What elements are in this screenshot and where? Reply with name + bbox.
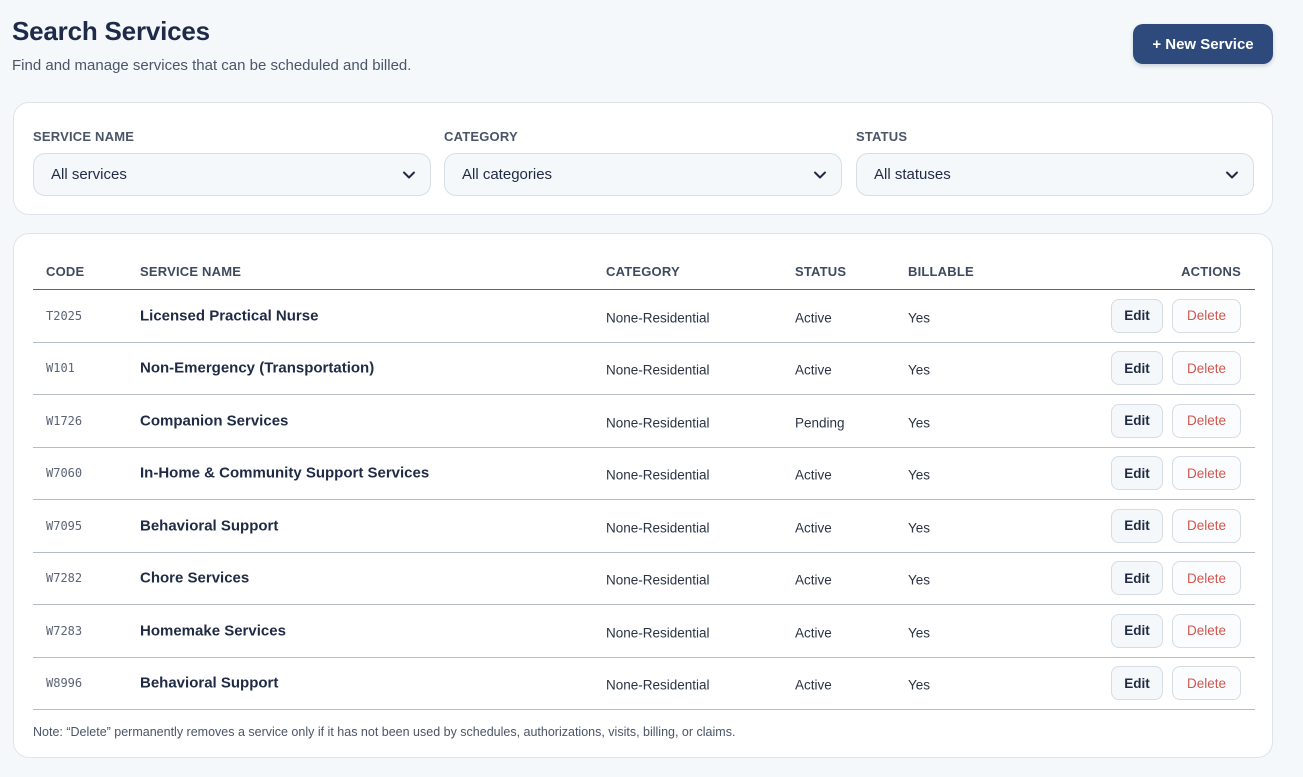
- service-name-select[interactable]: All services: [33, 153, 431, 196]
- category-select[interactable]: All categories: [444, 153, 842, 196]
- chevron-down-icon: [813, 168, 827, 182]
- column-header-service-name: SERVICE NAME: [140, 264, 242, 279]
- table-row: W101 Non-Emergency (Transportation) None…: [33, 343, 1255, 395]
- service-status: Active: [795, 467, 832, 483]
- delete-button[interactable]: Delete: [1172, 508, 1241, 543]
- table-row: W7282 Chore Services None-Residential Ac…: [33, 553, 1255, 605]
- delete-button[interactable]: Delete: [1172, 351, 1241, 386]
- table-header: CODE SERVICE NAME CATEGORY STATUS BILLAB…: [33, 234, 1255, 290]
- delete-button[interactable]: Delete: [1172, 403, 1241, 438]
- column-header-category: CATEGORY: [606, 264, 680, 279]
- edit-button[interactable]: Edit: [1111, 613, 1163, 648]
- service-status: Active: [795, 362, 832, 378]
- service-name-filter-label: SERVICE NAME: [33, 129, 135, 144]
- service-status: Active: [795, 677, 832, 693]
- status-filter-label: STATUS: [856, 129, 908, 144]
- service-name: Non-Emergency (Transportation): [140, 359, 375, 377]
- table-row: W1726 Companion Services None-Residentia…: [33, 395, 1255, 448]
- service-billable: Yes: [908, 677, 931, 693]
- column-header-billable: BILLABLE: [908, 264, 974, 279]
- service-billable: Yes: [908, 467, 931, 483]
- edit-button[interactable]: Edit: [1111, 508, 1163, 543]
- new-service-button[interactable]: + New Service: [1133, 24, 1273, 64]
- service-category: None-Residential: [606, 362, 710, 378]
- edit-button[interactable]: Edit: [1111, 666, 1163, 701]
- filters-panel: SERVICE NAME All services CATEGORY All c…: [13, 102, 1273, 215]
- edit-button[interactable]: Edit: [1111, 351, 1163, 386]
- service-category: None-Residential: [606, 520, 710, 536]
- edit-button[interactable]: Edit: [1111, 561, 1163, 596]
- delete-button[interactable]: Delete: [1172, 298, 1241, 333]
- service-name: Behavioral Support: [140, 517, 279, 535]
- service-name: In-Home & Community Support Services: [140, 464, 430, 482]
- page-title: Search Services: [12, 16, 210, 46]
- service-category: None-Residential: [606, 467, 710, 483]
- edit-button[interactable]: Edit: [1111, 456, 1163, 491]
- service-billable: Yes: [908, 310, 931, 326]
- service-billable: Yes: [908, 520, 931, 536]
- service-category: None-Residential: [606, 310, 710, 326]
- service-code: W7095: [46, 518, 83, 533]
- service-name: Chore Services: [140, 569, 250, 587]
- service-status: Active: [795, 520, 832, 536]
- table-row: T2025 Licensed Practical Nurse None-Resi…: [33, 290, 1255, 343]
- services-page: Search Services Find and manage services…: [0, 0, 1303, 777]
- service-status: Active: [795, 625, 832, 641]
- edit-button[interactable]: Edit: [1111, 403, 1163, 438]
- table-body: T2025 Licensed Practical Nurse None-Resi…: [33, 290, 1255, 710]
- table-row: W7095 Behavioral Support None-Residentia…: [33, 500, 1255, 553]
- services-table: CODE SERVICE NAME CATEGORY STATUS BILLAB…: [13, 233, 1273, 758]
- service-code: W7060: [46, 466, 83, 481]
- service-category: None-Residential: [606, 625, 710, 641]
- service-status: Active: [795, 572, 832, 588]
- category-filter-label: CATEGORY: [444, 129, 518, 144]
- delete-button[interactable]: Delete: [1172, 666, 1241, 701]
- service-code: W1726: [46, 413, 83, 428]
- delete-button[interactable]: Delete: [1172, 456, 1241, 491]
- column-header-status: STATUS: [795, 264, 847, 279]
- service-code: W8996: [46, 676, 83, 691]
- category-select-value: All categories: [462, 166, 553, 183]
- service-status: Pending: [795, 415, 845, 431]
- delete-button[interactable]: Delete: [1172, 561, 1241, 596]
- service-name-select-value: All services: [51, 166, 127, 183]
- chevron-down-icon: [1225, 168, 1239, 182]
- service-status: Active: [795, 310, 832, 326]
- page-subtitle: Find and manage services that can be sch…: [12, 57, 412, 74]
- service-billable: Yes: [908, 572, 931, 588]
- chevron-down-icon: [402, 168, 416, 182]
- service-name: Companion Services: [140, 412, 289, 430]
- service-name: Behavioral Support: [140, 674, 279, 692]
- delete-button[interactable]: Delete: [1172, 613, 1241, 648]
- column-header-actions: ACTIONS: [1181, 264, 1241, 279]
- table-row: W8996 Behavioral Support None-Residentia…: [33, 658, 1255, 710]
- service-code: W7282: [46, 571, 83, 586]
- service-billable: Yes: [908, 362, 931, 378]
- table-row: W7283 Homemake Services None-Residential…: [33, 605, 1255, 658]
- page-header: Search Services Find and manage services…: [12, 16, 411, 74]
- service-code: W7283: [46, 623, 83, 638]
- service-category: None-Residential: [606, 415, 710, 431]
- column-header-code: CODE: [46, 264, 85, 279]
- status-select[interactable]: All statuses: [856, 153, 1254, 196]
- service-category: None-Residential: [606, 677, 710, 693]
- service-billable: Yes: [908, 415, 931, 431]
- status-select-value: All statuses: [874, 166, 951, 183]
- service-code: W101: [46, 361, 75, 376]
- service-name: Homemake Services: [140, 622, 286, 640]
- delete-note: Note: “Delete” permanently removes a ser…: [33, 725, 736, 739]
- service-name: Licensed Practical Nurse: [140, 307, 319, 325]
- table-row: W7060 In-Home & Community Support Servic…: [33, 448, 1255, 500]
- service-billable: Yes: [908, 625, 931, 641]
- service-code: T2025: [46, 308, 83, 323]
- service-category: None-Residential: [606, 572, 710, 588]
- edit-button[interactable]: Edit: [1111, 298, 1163, 333]
